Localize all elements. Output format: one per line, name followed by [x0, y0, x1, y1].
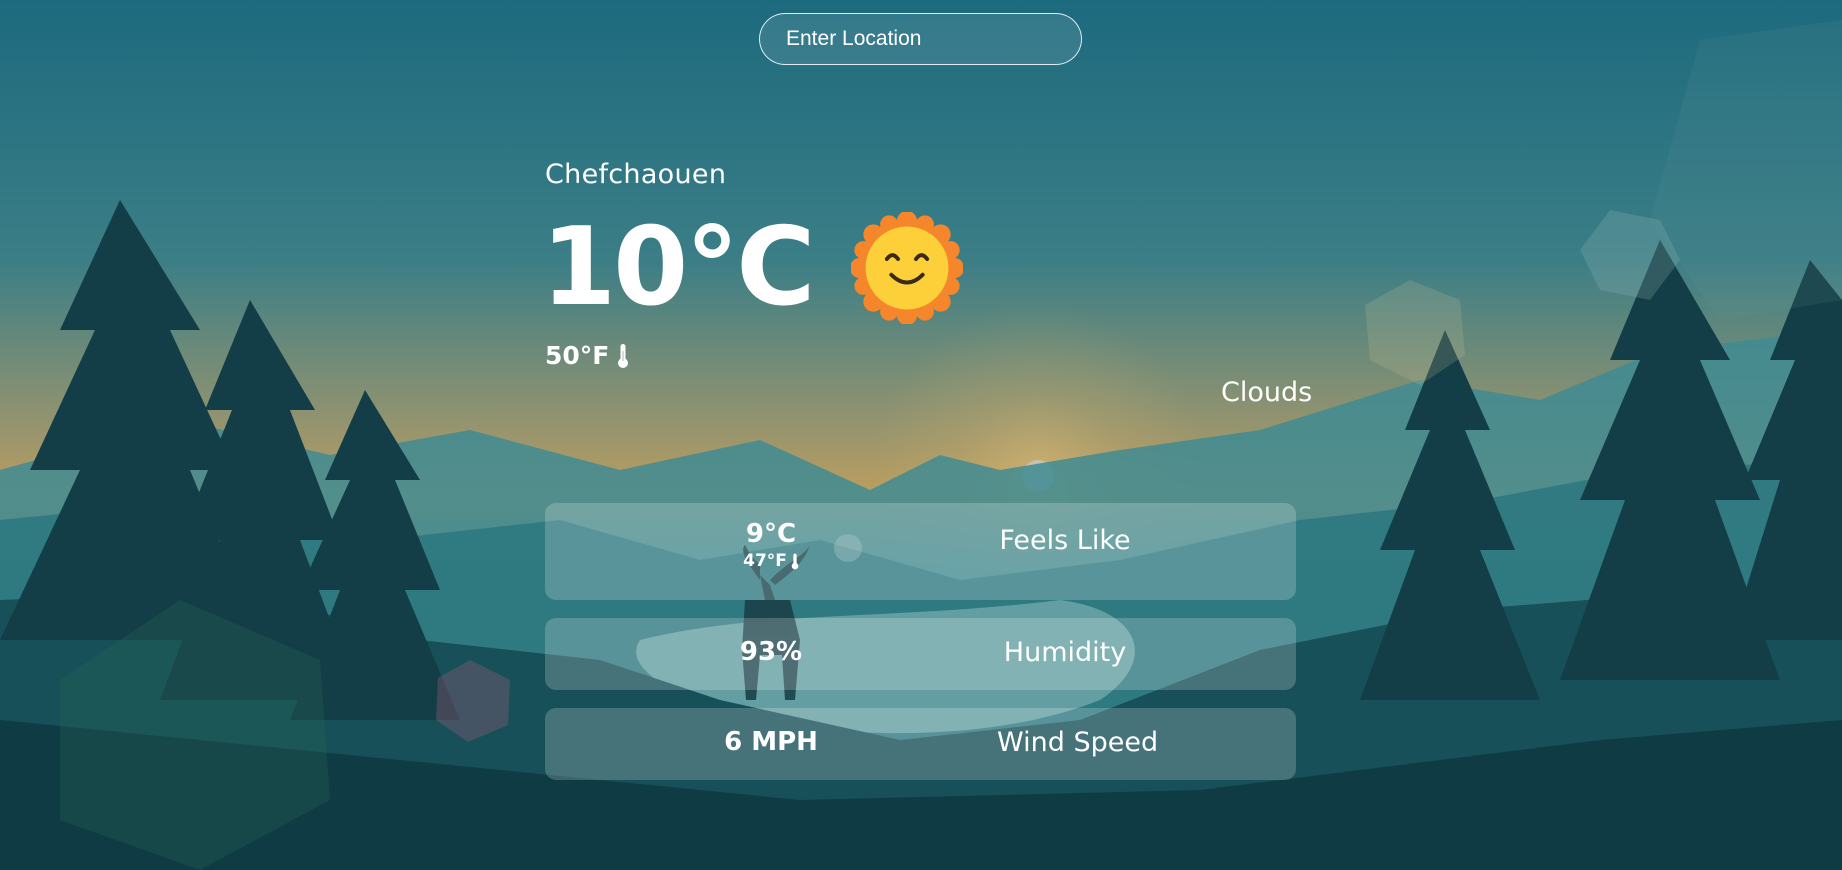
- wind-speed-card: 6 MPH Wind Speed: [545, 708, 1296, 780]
- feels-like-fahrenheit: 47°F: [743, 551, 787, 571]
- thermometer-icon: [791, 553, 799, 569]
- city-name: Chefchaouen: [545, 159, 727, 190]
- humidity-label: Humidity: [1003, 637, 1127, 668]
- weather-description: Clouds: [1221, 377, 1313, 408]
- feels-like-fahrenheit-row: 47°F: [545, 551, 997, 571]
- temperature-fahrenheit-row: 50°F: [545, 341, 629, 370]
- smiling-sun-icon: [850, 212, 963, 324]
- current-temperature-row: 10°C: [541, 208, 963, 328]
- feels-like-label: Feels Like: [999, 525, 1131, 556]
- wind-speed-value: 6 MPH: [724, 727, 818, 757]
- feels-like-values: 9°C 47°F: [545, 519, 997, 571]
- feels-like-celsius: 9°C: [745, 519, 797, 549]
- temperature-celsius: 10°C: [541, 205, 816, 330]
- temperature-fahrenheit: 50°F: [545, 341, 610, 370]
- search-bar: [759, 13, 1082, 65]
- location-search-input[interactable]: [759, 13, 1082, 65]
- thermometer-icon: [618, 343, 629, 368]
- humidity-value: 93%: [739, 637, 803, 667]
- wind-speed-label: Wind Speed: [997, 727, 1159, 758]
- humidity-card: 93% Humidity: [545, 618, 1296, 690]
- feels-like-card: 9°C 47°F Feels Like: [545, 503, 1296, 600]
